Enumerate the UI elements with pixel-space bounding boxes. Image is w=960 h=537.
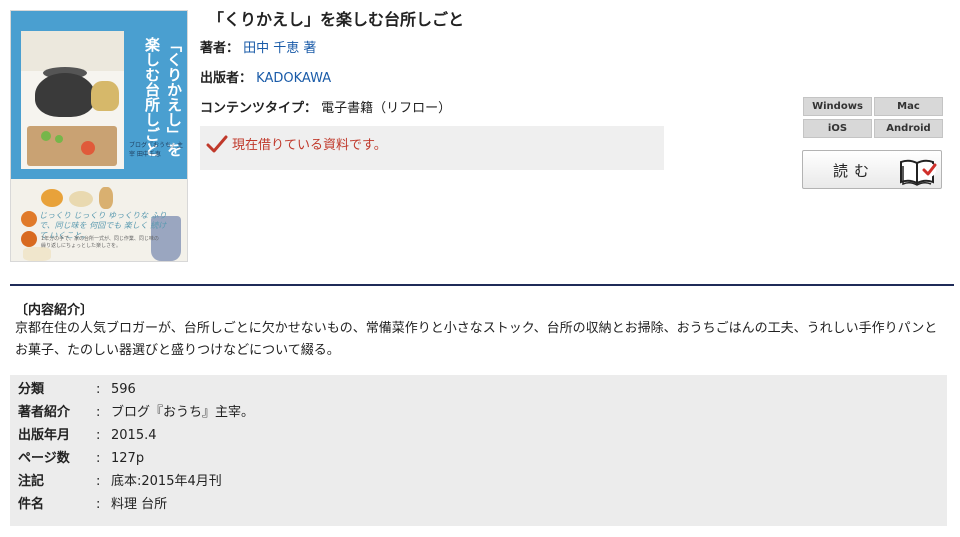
borrow-status-notice: 現在借りている資料です。	[200, 126, 664, 170]
platform-mac: Mac	[874, 97, 943, 116]
detail-value: ブログ『おうち』主宰。	[111, 405, 255, 420]
content-type-label: コンテンツタイプ：	[200, 101, 318, 116]
read-button[interactable]: 読む	[802, 150, 942, 189]
detail-value: 2015.4	[111, 428, 157, 443]
detail-value: 料理 台所	[111, 497, 168, 512]
book-cover: 「くりかえし」を楽しむ台所しごと ブログ『おうち』主宰 田中千恵 じっくり じっ…	[10, 10, 188, 262]
detail-label: 出版年月	[18, 428, 71, 443]
book-icon	[900, 159, 937, 186]
platform-windows: Windows	[803, 97, 872, 116]
check-icon	[206, 135, 228, 153]
details-table: 分類 : 596 著者紹介 : ブログ『おうち』主宰。 出版年月 : 2015.…	[10, 375, 947, 526]
detail-label: 分類	[18, 382, 45, 397]
cover-handwriting: じっくり じっくり ゆっくりな ふりで、同じ味を 何回でも 楽しく 続けて いく…	[39, 211, 167, 240]
cover-kitchen-photo	[21, 31, 124, 169]
content-type-row: コンテンツタイプ： 電子書籍（リフロー）	[200, 97, 451, 116]
detail-label: 注記	[18, 474, 45, 489]
platform-android: Android	[874, 119, 943, 138]
author-label: 著者：	[200, 41, 240, 56]
author-row: 著者： 田中 千恵 著	[200, 37, 316, 56]
intro-text: 京都在住の人気ブロガーが、台所しごとに欠かせないもの、常備菜作りと小さなストック…	[15, 321, 938, 358]
detail-value: 596	[111, 382, 136, 397]
intro-heading: 〔内容紹介〕	[15, 303, 94, 318]
detail-value: 127p	[111, 451, 145, 466]
cover-author: ブログ『おうち』主宰 田中千恵	[129, 142, 184, 158]
status-notice-text: 現在借りている資料です。	[232, 138, 387, 153]
detail-label: 件名	[18, 497, 45, 512]
publisher-label: 出版者：	[200, 71, 253, 86]
platform-ios: iOS	[803, 119, 872, 138]
detail-label: ページ数	[18, 451, 70, 466]
book-title: 「くりかえし」を楽しむ台所しごと	[208, 10, 465, 29]
cover-small-text: 1年分の手で、家の台所一式が、同じ作業、同じ味の繰り返しにちょっとした楽しさを。	[41, 236, 159, 249]
detail-value: 底本:2015年4月刊	[111, 474, 222, 489]
content-type-value: 電子書籍（リフロー）	[321, 101, 452, 116]
publisher-row: 出版者： KADOKAWA	[200, 67, 331, 86]
author-link[interactable]: 田中 千恵 著	[243, 41, 316, 56]
cover-title: 「くりかえし」を楽しむ台所しごと	[143, 37, 183, 157]
read-button-label: 読む	[833, 162, 876, 180]
section-divider	[10, 284, 954, 286]
publisher-link[interactable]: KADOKAWA	[256, 71, 331, 86]
detail-label: 著者紹介	[18, 405, 71, 420]
